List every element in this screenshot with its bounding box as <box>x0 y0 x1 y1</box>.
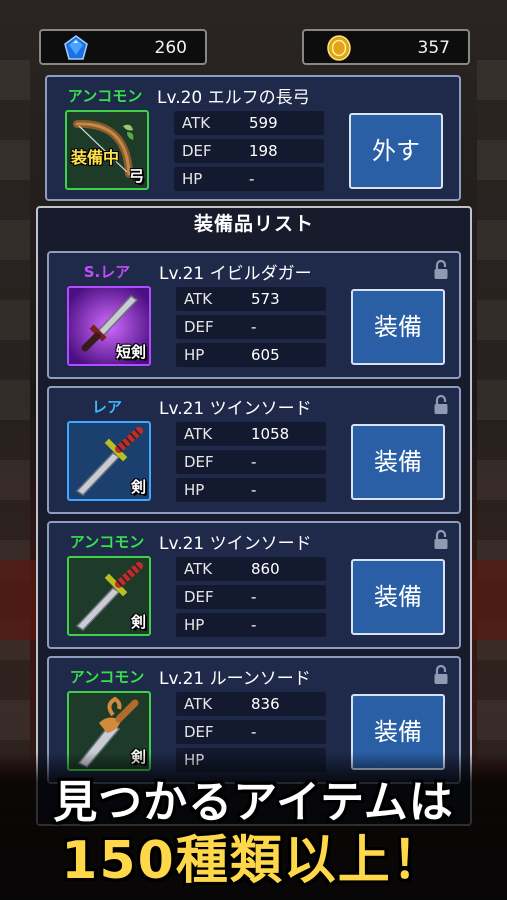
item-thumbnail[interactable]: 装備中 弓 <box>65 110 149 190</box>
equipment-list-item[interactable]: アンコモン Lv.21 ツインソード 剣 ATK 860 DEF - HP - … <box>47 521 461 649</box>
equipped-item-panel: アンコモン Lv.20 エルフの長弓 装備中 弓 ATK 599 DEF 198… <box>45 75 461 201</box>
stat-value: - <box>249 170 255 188</box>
stat-value: - <box>251 318 257 336</box>
background-pillar-right <box>477 60 507 760</box>
item-name: Lv.20 エルフの長弓 <box>157 88 310 108</box>
stat-key: DEF <box>184 453 214 471</box>
blue-gem-icon <box>64 35 88 60</box>
stat-atk: ATK 860 <box>176 557 326 581</box>
stat-atk: ATK 573 <box>176 287 326 311</box>
item-name: Lv.21 ツインソード <box>159 399 312 419</box>
stat-key: HP <box>184 616 205 634</box>
item-name: Lv.21 ツインソード <box>159 534 312 554</box>
stat-key: HP <box>184 346 205 364</box>
equipment-list-item[interactable]: レア Lv.21 ツインソード 剣 ATK 1058 DEF - HP - 装備 <box>47 386 461 514</box>
stat-key: HP <box>182 170 203 188</box>
stat-key: ATK <box>184 560 213 578</box>
stat-hp: HP - <box>176 613 326 637</box>
stat-value: 599 <box>249 114 278 132</box>
item-thumbnail[interactable]: 短剣 <box>67 286 151 366</box>
rarity-label: アンコモン <box>67 87 143 105</box>
weapon-type-label: 短剣 <box>115 343 146 361</box>
stat-value: - <box>251 723 257 741</box>
stat-key: ATK <box>182 114 211 132</box>
stat-atk: ATK 1058 <box>176 422 326 446</box>
unequip-button[interactable]: 外す <box>349 113 443 189</box>
stat-value: 860 <box>251 560 280 578</box>
item-thumbnail[interactable]: 剣 <box>67 421 151 501</box>
item-name: Lv.21 イビルダガー <box>159 264 312 284</box>
stat-atk: ATK 836 <box>176 692 326 716</box>
gem-counter: 260 <box>39 29 207 65</box>
stat-hp: HP 605 <box>176 343 326 367</box>
equip-button[interactable]: 装備 <box>351 424 445 500</box>
stat-key: ATK <box>184 425 213 443</box>
stat-def: DEF - <box>176 720 326 744</box>
equip-button[interactable]: 装備 <box>351 559 445 635</box>
lock-icon[interactable] <box>433 664 449 686</box>
item-thumbnail[interactable]: 剣 <box>67 556 151 636</box>
rarity-label: アンコモン <box>69 533 145 551</box>
lock-icon[interactable] <box>433 529 449 551</box>
stat-value: 836 <box>251 695 280 713</box>
equipment-list-item[interactable]: S.レア Lv.21 イビルダガー 短剣 ATK 573 DEF - HP 60… <box>47 251 461 379</box>
gold-coin-icon <box>327 35 351 61</box>
stat-def: DEF 198 <box>174 139 324 163</box>
stat-hp: HP - <box>174 167 324 191</box>
stat-value: 605 <box>251 346 280 364</box>
stat-def: DEF - <box>176 450 326 474</box>
equipped-tag: 装備中 <box>71 148 120 167</box>
rarity-label: S.レア <box>83 263 131 281</box>
rarity-label: レア <box>91 398 122 416</box>
stat-key: DEF <box>184 723 214 741</box>
stat-key: ATK <box>184 290 213 308</box>
item-name: Lv.21 ルーンソード <box>159 669 311 689</box>
lock-icon[interactable] <box>433 259 449 281</box>
stat-value: - <box>251 481 257 499</box>
coin-counter: 357 <box>302 29 470 65</box>
weapon-type-label: 剣 <box>130 613 146 631</box>
stat-key: ATK <box>184 695 213 713</box>
stat-value: - <box>251 588 257 606</box>
equipment-list-title: 装備品リスト <box>193 213 314 235</box>
stat-atk: ATK 599 <box>174 111 324 135</box>
stat-value: - <box>251 453 257 471</box>
equip-button[interactable]: 装備 <box>351 289 445 365</box>
stat-key: DEF <box>184 318 214 336</box>
lock-icon[interactable] <box>433 394 449 416</box>
background-pillar-left <box>0 60 30 760</box>
stat-key: DEF <box>182 142 212 160</box>
gem-count: 260 <box>154 38 187 58</box>
stat-value: 198 <box>249 142 278 160</box>
stat-hp: HP - <box>176 478 326 502</box>
rarity-label: アンコモン <box>69 668 145 686</box>
promo-subheadline: 150種類以上！ <box>61 831 446 891</box>
stat-def: DEF - <box>176 315 326 339</box>
stat-key: DEF <box>184 588 214 606</box>
stat-key: HP <box>184 481 205 499</box>
stat-value: 573 <box>251 290 280 308</box>
stat-def: DEF - <box>176 585 326 609</box>
weapon-type-label: 剣 <box>130 478 146 496</box>
stat-value: 1058 <box>251 425 290 443</box>
coin-count: 357 <box>417 38 450 58</box>
stat-value: - <box>251 616 257 634</box>
weapon-type-label: 弓 <box>128 167 144 185</box>
